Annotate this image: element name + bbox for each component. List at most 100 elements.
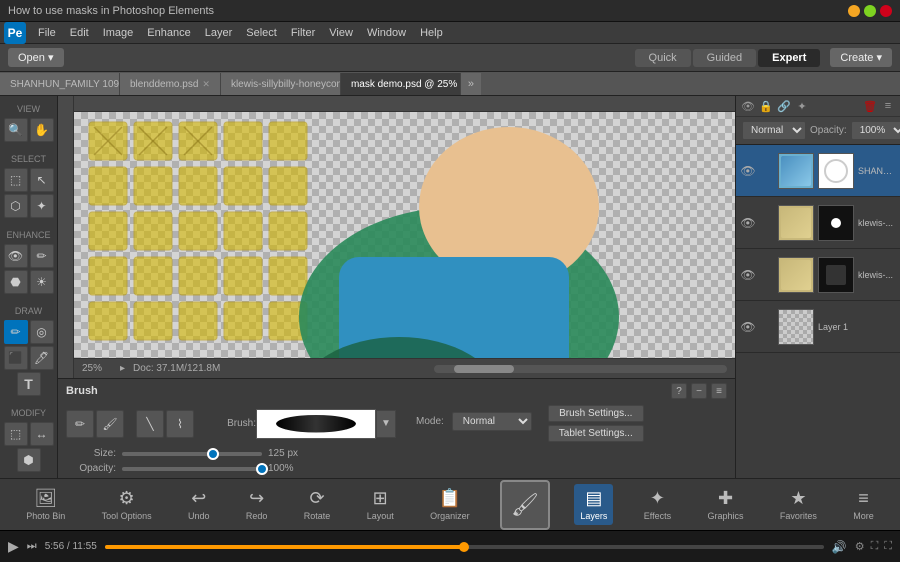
brush-dropdown[interactable]: ▼ (376, 410, 396, 438)
layers-panel-btn[interactable]: ▤ Layers (574, 484, 613, 525)
opacity-select[interactable]: 100% 75% 50% (851, 121, 900, 140)
eraser-tool[interactable]: ◎ (30, 320, 54, 344)
brush-impressionist-btn[interactable]: 🖌 (96, 410, 124, 438)
progress-bar[interactable] (105, 545, 824, 549)
menu-filter[interactable]: Filter (285, 25, 321, 41)
tab-expert[interactable]: Expert (758, 49, 820, 67)
brush-help-btn[interactable]: ? (671, 383, 687, 399)
close-button[interactable] (880, 5, 892, 17)
crop-tool[interactable]: ⬚ (4, 422, 28, 446)
progress-thumb[interactable] (459, 542, 469, 552)
tablet-settings-btn[interactable]: Tablet Settings... (548, 425, 644, 442)
menu-help[interactable]: Help (414, 25, 449, 41)
magic-wand-tool[interactable]: ✦ (30, 194, 54, 218)
rotate-icon: ⟳ (310, 488, 325, 509)
layer-vis-3[interactable]: 👁 (740, 267, 756, 283)
menu-edit[interactable]: Edit (64, 25, 95, 41)
layers-icon4[interactable]: ✦ (794, 98, 810, 114)
brush-tool[interactable]: ✏ (4, 320, 28, 344)
fill-tool[interactable]: ⬛ (4, 346, 28, 370)
layer-item-3[interactable]: 👁 klewis-... (736, 249, 900, 301)
layers-delete[interactable]: 🗑 (862, 98, 878, 114)
tab-scroll-right[interactable]: » (461, 73, 481, 95)
layer-vis-2[interactable]: 👁 (740, 215, 756, 231)
menu-layer[interactable]: Layer (199, 25, 239, 41)
red-eye-tool[interactable]: 👁 (4, 244, 28, 268)
minimize-button[interactable] (848, 5, 860, 17)
layer-vis-1[interactable]: 👁 (740, 163, 756, 179)
layer-item-1[interactable]: 👁 SHANH... (736, 145, 900, 197)
brush-normal-btn[interactable]: ✏ (66, 410, 94, 438)
maximize-button[interactable] (864, 5, 876, 17)
shape-tool[interactable]: ⬢ (17, 448, 41, 472)
layer-vis-4[interactable]: 👁 (740, 319, 756, 335)
graphics-panel-btn[interactable]: ✚ Graphics (701, 484, 749, 525)
titlebar: How to use masks in Photoshop Elements (0, 0, 900, 22)
opacity-thumb[interactable] (256, 463, 268, 475)
brush-collapse-btn[interactable]: − (691, 383, 707, 399)
opacity-slider[interactable] (122, 467, 262, 471)
blend-mode-select[interactable]: Normal Multiply Screen (742, 121, 806, 140)
lasso-tool[interactable]: ⬡ (4, 194, 28, 218)
tab-shanhun[interactable]: SHANHUN_FAMILY 109.jpg ✕ (0, 73, 120, 95)
layer-lock-4 (760, 320, 774, 334)
brush-settings-btn[interactable]: Brush Settings... (548, 405, 644, 422)
marquee-tool[interactable]: ⬚ (4, 168, 28, 192)
tab-klewis[interactable]: klewis-sillybilly-honeycomb.jpg ✕ (221, 73, 341, 95)
create-button[interactable]: Create ▾ (830, 48, 892, 67)
pan-tool[interactable]: ✋ (30, 118, 54, 142)
menu-enhance[interactable]: Enhance (141, 25, 196, 41)
move-tool[interactable]: ↖ (30, 168, 54, 192)
layers-icon3[interactable]: 🔗 (776, 98, 792, 114)
settings-icon[interactable]: ⚙ (855, 540, 865, 553)
effects-panel-btn[interactable]: ✦ Effects (638, 484, 677, 525)
volume-icon[interactable]: 🔊 (832, 540, 847, 554)
size-slider[interactable] (122, 452, 262, 456)
more-panel-btn[interactable]: ≡ More (847, 484, 880, 525)
skip-btn[interactable]: ⏭ (27, 540, 37, 553)
size-thumb[interactable] (207, 448, 219, 460)
menu-select[interactable]: Select (240, 25, 283, 41)
redo-tool[interactable]: ↪ Redo (240, 484, 274, 525)
play-button[interactable]: ▶ (8, 538, 19, 555)
transform-tool[interactable]: ↔ (30, 422, 54, 446)
horizontal-scrollbar[interactable] (434, 365, 727, 373)
tab-quick[interactable]: Quick (635, 49, 691, 67)
open-button[interactable]: Open ▾ (8, 48, 64, 67)
layers-icon1[interactable]: 👁 (740, 98, 756, 114)
layer-item-2[interactable]: 👁 klewis-... (736, 197, 900, 249)
menu-image[interactable]: Image (97, 25, 140, 41)
theater-icon[interactable]: ⛶ (871, 540, 879, 553)
menu-file[interactable]: File (32, 25, 62, 41)
rotate-tool[interactable]: ⟳ Rotate (298, 484, 337, 525)
brush-preview[interactable] (256, 409, 376, 439)
layers-menu[interactable]: ≡ (880, 98, 896, 114)
tool-options-tool[interactable]: ⚙ Tool Options (96, 484, 158, 525)
layers-icon2[interactable]: 🔒 (758, 98, 774, 114)
text-tool[interactable]: T (17, 372, 41, 396)
undo-tool[interactable]: ↩ Undo (182, 484, 216, 525)
layout-tool[interactable]: ⊞ Layout (361, 484, 400, 525)
photo-bin-tool[interactable]: 🖼 Photo Bin (20, 484, 71, 525)
dodge-tool[interactable]: ☀ (30, 270, 54, 294)
tab-maskdemo[interactable]: mask demo.psd @ 25% (SHANHUN_FAMILY 109.… (341, 73, 461, 95)
brush-menu-btn[interactable]: ≡ (711, 383, 727, 399)
pen-tool[interactable]: 🖊 (30, 346, 54, 370)
zoom-tool[interactable]: 🔍 (4, 118, 28, 142)
layer-item-4[interactable]: 👁 Layer 1 (736, 301, 900, 353)
menu-view[interactable]: View (323, 25, 359, 41)
tab-blend[interactable]: blenddemo.psd ✕ (120, 73, 221, 95)
fullscreen-icon[interactable]: ⛶ (884, 540, 892, 553)
mode-select[interactable]: Normal Multiply Screen (452, 412, 532, 431)
brush-type2[interactable]: ⌇ (166, 410, 194, 438)
brush-type1[interactable]: ╲ (136, 410, 164, 438)
clone-tool[interactable]: ⬣ (4, 270, 28, 294)
tab-guided[interactable]: Guided (693, 49, 756, 67)
menu-window[interactable]: Window (361, 25, 412, 41)
favorites-panel-btn[interactable]: ★ Favorites (774, 484, 823, 525)
organizer-tool[interactable]: 📋 Organizer (424, 484, 476, 525)
tab-close-blend[interactable]: ✕ (202, 79, 210, 90)
scrollbar-thumb[interactable] (454, 365, 514, 373)
canvas-body[interactable] (74, 112, 735, 358)
spot-heal-tool[interactable]: ✏ (30, 244, 54, 268)
